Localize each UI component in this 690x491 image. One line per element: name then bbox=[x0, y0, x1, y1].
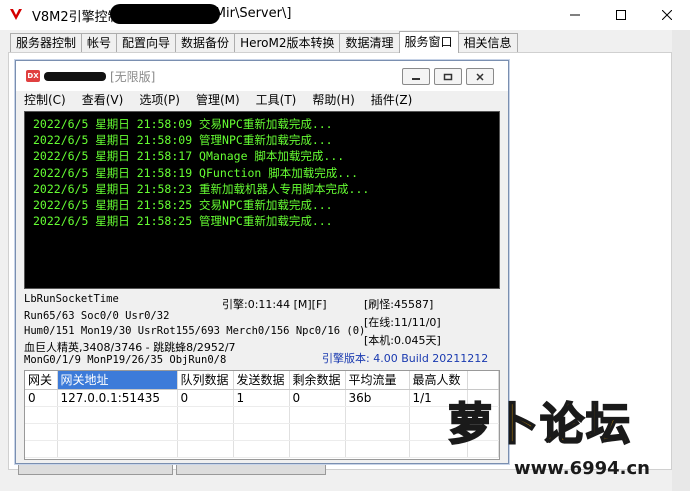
taskbar-item-left[interactable] bbox=[18, 463, 173, 475]
close-icon bbox=[476, 72, 484, 81]
col-filler bbox=[467, 371, 499, 390]
stat-socket-time: LbRunSocketTime bbox=[24, 293, 119, 305]
col-max-users[interactable]: 最高人数 bbox=[409, 371, 468, 390]
log-line: 2022/6/5 星期日 21:58:23 重新加载机器人专用脚本完成... bbox=[33, 181, 370, 196]
close-icon bbox=[662, 10, 672, 20]
cell-queue-data: 0 bbox=[177, 389, 234, 407]
col-gate[interactable]: 网关 bbox=[25, 371, 58, 390]
stat-boss: 血巨人精英,3408/3746 - 跳跳蜂8/2952/7 bbox=[24, 341, 236, 354]
cell-avg-traffic: 36b bbox=[345, 389, 410, 407]
watermark-text: 萝卜论坛 bbox=[447, 398, 632, 451]
log-line: 2022/6/5 星期日 21:58:25 管理NPC重新加载完成... bbox=[33, 214, 333, 229]
inner-restore-button[interactable] bbox=[434, 68, 462, 85]
col-avg-traffic[interactable]: 平均流量 bbox=[345, 371, 410, 390]
log-line: 2022/6/5 星期日 21:58:19 QFunction 脚本加载完成..… bbox=[33, 165, 359, 180]
cell-gate: 0 bbox=[25, 389, 58, 407]
close-button[interactable] bbox=[644, 0, 690, 30]
restore-icon bbox=[443, 73, 453, 80]
log-line: 2022/6/5 星期日 21:58:17 QManage 脚本加载完成... bbox=[33, 149, 345, 164]
table-row[interactable]: 0 127.0.0.1:51435 0 1 0 36b 1/1 bbox=[25, 389, 499, 407]
menu-bar: 控制(C) 查看(V) 选项(P) 管理(M) 工具(T) 帮助(H) 插件(Z… bbox=[16, 91, 508, 111]
col-queue-data[interactable]: 队列数据 bbox=[177, 371, 234, 390]
cell-remaining-data: 0 bbox=[289, 389, 346, 407]
col-gate-address[interactable]: 网关地址 bbox=[57, 371, 178, 390]
menu-help[interactable]: 帮助(H) bbox=[312, 91, 354, 111]
gate-table[interactable]: 网关 网关地址 队列数据 发送数据 剩余数据 平均流量 最高人数 0 127.0… bbox=[24, 370, 500, 460]
m2server-window: DX [无限版] 控制(C) 查看(V) 选项(P) 管理(M) 工具(T) 帮… bbox=[15, 60, 509, 464]
col-sent-data[interactable]: 发送数据 bbox=[233, 371, 290, 390]
log-line: 2022/6/5 星期日 21:58:25 交易NPC重新加载完成... bbox=[33, 198, 333, 213]
stat-mongen: MonG0/1/9 MonP19/26/35 ObjRun0/8 bbox=[24, 354, 227, 366]
v8-app-icon bbox=[10, 9, 22, 20]
tab-server-control[interactable]: 服务器控制 bbox=[10, 33, 83, 53]
tab-account[interactable]: 帐号 bbox=[81, 33, 118, 53]
stat-engine-time: 引擎:0:11:44 [M][F] bbox=[222, 298, 327, 311]
tab-service-window[interactable]: 服务窗口 bbox=[398, 31, 459, 53]
cell-sent-data: 1 bbox=[233, 389, 290, 407]
inner-window-title: [无限版] bbox=[110, 70, 156, 84]
title-bar: V8M2引擎控制台 D:\Mir\Server\] bbox=[0, 0, 690, 30]
watermark-url: www.6994.cn bbox=[514, 458, 650, 479]
table-row bbox=[25, 423, 499, 441]
tab-data-backup[interactable]: 数据备份 bbox=[175, 33, 236, 53]
menu-control[interactable]: 控制(C) bbox=[24, 91, 66, 111]
stat-local-uptime: [本机:0.045天] bbox=[364, 334, 441, 347]
menu-view[interactable]: 查看(V) bbox=[82, 91, 124, 111]
log-line: 2022/6/5 星期日 21:58:09 管理NPC重新加载完成... bbox=[33, 133, 333, 148]
menu-manage[interactable]: 管理(M) bbox=[196, 91, 240, 111]
taskbar-item-right[interactable] bbox=[176, 463, 326, 475]
inner-title-redaction bbox=[44, 72, 106, 81]
col-remaining-data[interactable]: 剩余数据 bbox=[289, 371, 346, 390]
menu-options[interactable]: 选项(P) bbox=[139, 91, 180, 111]
inner-close-button[interactable] bbox=[466, 68, 494, 85]
menu-tools[interactable]: 工具(T) bbox=[256, 91, 297, 111]
tab-herom2-convert[interactable]: HeroM2版本转换 bbox=[234, 33, 341, 53]
minimize-button[interactable] bbox=[552, 0, 598, 30]
tab-data-cleanup[interactable]: 数据清理 bbox=[339, 33, 400, 53]
table-header-row: 网关 网关地址 队列数据 发送数据 剩余数据 平均流量 最高人数 bbox=[25, 371, 499, 390]
menu-plugins[interactable]: 插件(Z) bbox=[371, 91, 413, 111]
stat-hum: Hum0/151 Mon19/30 UsrRot155/693 Merch0/1… bbox=[24, 325, 366, 337]
maximize-button[interactable] bbox=[598, 0, 644, 30]
table-row bbox=[25, 406, 499, 424]
window-title-path: D:\Mir\Server\] bbox=[196, 6, 292, 21]
engine-version: 引擎版本: 4.00 Build 20211212 bbox=[322, 352, 489, 365]
log-line: 2022/6/5 星期日 21:58:09 交易NPC重新加载完成... bbox=[33, 117, 333, 131]
stat-refresh-monsters: [刷怪:45587] bbox=[364, 298, 434, 311]
maximize-icon bbox=[616, 10, 626, 20]
inner-title-bar: DX [无限版] bbox=[16, 61, 508, 91]
tab-related-info[interactable]: 相关信息 bbox=[457, 33, 518, 53]
tab-config-wizard[interactable]: 配置向导 bbox=[116, 33, 177, 53]
forum-watermark: 萝卜论坛 www.6994.cn bbox=[447, 388, 678, 488]
cell-gate-address: 127.0.0.1:51435 bbox=[57, 389, 178, 407]
main-window: V8M2引擎控制台 D:\Mir\Server\] 服务器控制 帐号 配置向导 … bbox=[0, 0, 690, 491]
dx-app-icon: DX bbox=[26, 70, 40, 82]
tab-bar: 服务器控制 帐号 配置向导 数据备份 HeroM2版本转换 数据清理 服务窗口 … bbox=[10, 31, 518, 53]
log-console[interactable]: 2022/6/5 星期日 21:58:09 交易NPC重新加载完成... 202… bbox=[24, 111, 500, 289]
stat-online: [在线:11/11/0] bbox=[364, 316, 441, 329]
minimize-icon bbox=[570, 14, 580, 16]
inner-minimize-button[interactable] bbox=[402, 68, 430, 85]
stat-run: Run65/63 Soc0/0 Usr0/32 bbox=[24, 310, 170, 322]
table-row bbox=[25, 440, 499, 458]
minimize-icon bbox=[412, 77, 420, 80]
